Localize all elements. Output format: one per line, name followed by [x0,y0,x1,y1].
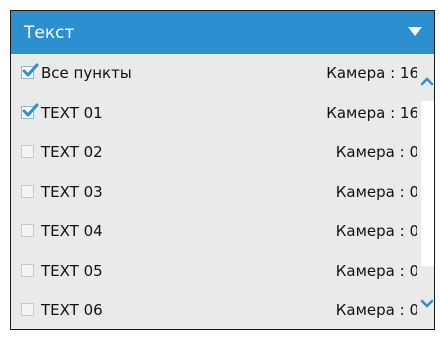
list-item[interactable]: TEXT 06 Камера : 0 [11,291,419,329]
checkmark-icon [22,103,39,116]
dropdown-title: Текст [24,22,75,43]
list-item-label: TEXT 06 [41,301,103,319]
chevron-down-icon[interactable] [420,299,434,309]
list-item-label: Все пункты [41,64,132,82]
item-list: Все пункты Камера : 16 TEXT 01 Камера : … [11,54,419,329]
list-item-count: Камера : 16 [326,64,419,82]
camera-filter-panel: Текст Все пункты Камера : 16 TEXT 01 Кам… [10,10,435,330]
checkbox[interactable] [21,145,34,158]
scrollbar-track[interactable] [421,101,434,266]
dropdown-header[interactable]: Текст [11,11,434,54]
checkbox-all[interactable] [21,63,39,79]
list-item-count: Камера : 0 [335,222,419,240]
list-item-count: Камера : 0 [335,301,419,319]
checkbox[interactable] [21,263,34,277]
checkbox[interactable] [21,184,34,198]
list-item[interactable]: TEXT 02 Камера : 0 [11,133,419,173]
list-item-label: TEXT 04 [41,222,103,240]
list-item-count: Камера : 0 [335,261,419,280]
list-item-label: TEXT 02 [41,143,103,161]
list-item-label: TEXT 03 [41,182,103,201]
list-item[interactable]: TEXT 01 Камера : 16 [11,94,419,134]
list-item[interactable]: TEXT 04 Камера : 0 [11,212,419,252]
checkbox[interactable] [21,103,39,119]
triangle-down-icon[interactable] [408,27,422,36]
checkbox[interactable] [21,224,34,237]
vertical-scrollbar[interactable] [417,54,434,329]
chevron-up-icon[interactable] [420,76,434,86]
list-item-count: Камера : 16 [326,103,419,122]
checkbox[interactable] [21,303,34,316]
list-item-all[interactable]: Все пункты Камера : 16 [11,54,419,94]
list-item-count: Камера : 0 [335,143,419,161]
list-item-count: Камера : 0 [335,182,419,201]
list-item-label: TEXT 01 [41,103,103,122]
list-item-label: TEXT 05 [41,261,103,280]
list-item[interactable]: TEXT 05 Камера : 0 [11,252,419,292]
list-item[interactable]: TEXT 03 Камера : 0 [11,173,419,213]
checkmark-icon [22,63,39,77]
